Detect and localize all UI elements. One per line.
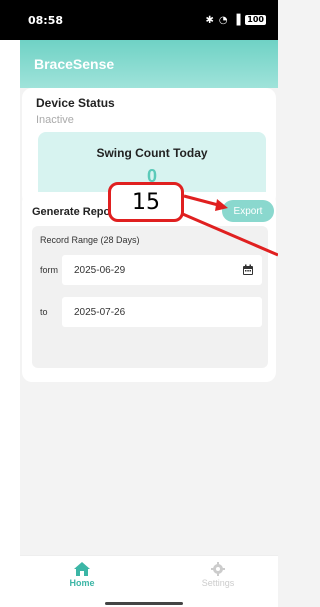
- app-bar: BraceSense: [20, 40, 278, 88]
- status-icons: ✱ ◔ ▐ 100: [205, 15, 266, 26]
- status-time: 08:58: [28, 13, 64, 27]
- annotation-callout: 15: [108, 182, 184, 222]
- record-range-title: Record Range (28 Days): [40, 235, 140, 245]
- gear-icon: [211, 562, 225, 576]
- nav-settings[interactable]: Settings: [188, 562, 248, 588]
- from-date-value: 2025-06-29: [74, 264, 126, 276]
- swing-count-label: Swing Count Today: [96, 146, 208, 160]
- export-button[interactable]: Export: [222, 200, 274, 222]
- home-indicator: [105, 602, 183, 605]
- battery-icon: 100: [245, 15, 266, 25]
- app-title: BraceSense: [34, 56, 115, 72]
- nav-home-label: Home: [69, 578, 95, 588]
- nav-home[interactable]: Home: [52, 562, 112, 588]
- to-date-value: 2025-07-26: [74, 306, 126, 318]
- record-range-box: Record Range (28 Days) form 2025-06-29 t…: [32, 226, 268, 368]
- device-status-title: Device Status: [36, 96, 115, 110]
- wifi-icon: ◔: [218, 14, 228, 26]
- from-label: form: [40, 265, 58, 275]
- from-date-field[interactable]: 2025-06-29: [62, 255, 262, 285]
- bluetooth-icon: ✱: [205, 14, 214, 26]
- annotation-number: 15: [132, 189, 160, 215]
- to-date-field[interactable]: 2025-07-26: [62, 297, 262, 327]
- home-icon: [74, 562, 90, 576]
- signal-icon: ▐: [232, 14, 241, 26]
- report-title: Generate Report: [32, 206, 119, 218]
- from-row: form 2025-06-29: [32, 254, 268, 286]
- to-label: to: [40, 307, 48, 317]
- nav-settings-label: Settings: [201, 578, 235, 588]
- to-row: to 2025-07-26: [32, 296, 268, 328]
- status-bar: 08:58 ✱ ◔ ▐ 100: [0, 0, 278, 40]
- left-edge: [0, 40, 20, 607]
- bottom-navigation: Home Settings: [20, 555, 278, 607]
- device-state: Inactive: [36, 114, 74, 126]
- calendar-icon[interactable]: [242, 264, 254, 276]
